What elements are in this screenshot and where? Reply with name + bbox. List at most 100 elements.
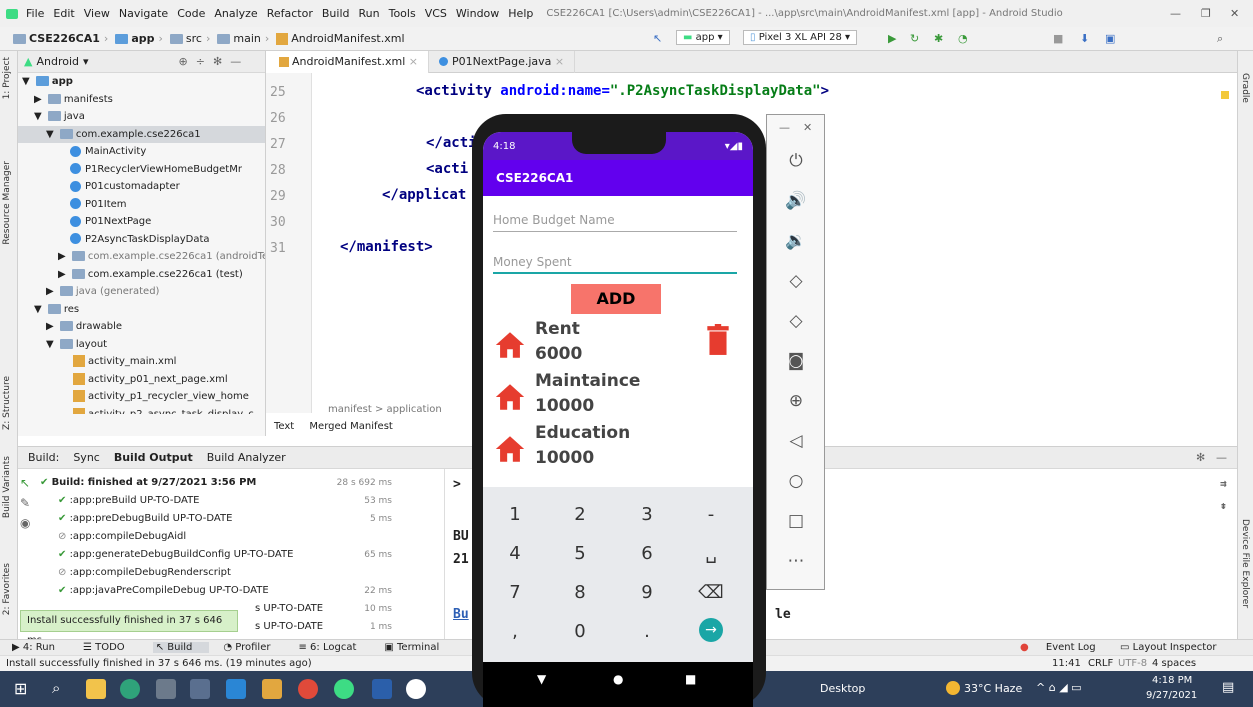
list-item[interactable]: Rent 6000 <box>493 318 733 368</box>
editor-breadcrumb[interactable]: manifest > application <box>328 404 442 415</box>
key-4[interactable]: 4 <box>495 543 535 564</box>
close-icon[interactable]: ✕ <box>1230 7 1239 20</box>
key-minus[interactable]: - <box>691 504 731 525</box>
search-icon[interactable]: ⌕ <box>1217 32 1223 46</box>
tree-item[interactable]: activity_p1_recycler_view_home <box>18 388 265 406</box>
build-line[interactable]: ✔ :app:preBuild UP-TO-DATE 53 ms <box>40 492 400 510</box>
tree-item[interactable]: MainActivity <box>18 143 265 161</box>
rotate-left-icon[interactable]: ◇ <box>781 271 811 297</box>
tab-resource-manager[interactable]: Resource Manager <box>2 161 12 245</box>
breadcrumb-src[interactable]: src <box>186 32 202 45</box>
chrome-icon[interactable] <box>298 679 318 699</box>
rotate-right-icon[interactable]: ◇ <box>781 311 811 337</box>
tab-todo[interactable]: ☰ TODO <box>83 642 139 653</box>
menu-view[interactable]: View <box>84 7 110 20</box>
windows-start-icon[interactable]: ⊞ <box>14 679 34 699</box>
menu-file[interactable]: File <box>26 7 44 20</box>
key-3[interactable]: 3 <box>627 504 667 525</box>
tab-favorites[interactable]: 2: Favorites <box>2 563 12 615</box>
search-icon[interactable]: ⌕ <box>52 679 72 699</box>
hide-icon[interactable]: — <box>230 55 241 68</box>
power-icon[interactable]: ⏻ <box>781 151 811 177</box>
volume-down-icon[interactable]: 🔉 <box>781 231 811 257</box>
key-backspace[interactable]: ⌫ <box>691 582 731 603</box>
app-icon[interactable] <box>262 679 282 699</box>
tree-item[interactable]: ▶ manifests <box>18 91 265 109</box>
breadcrumb-file[interactable]: AndroidManifest.xml <box>291 32 404 45</box>
word-icon[interactable] <box>372 679 392 699</box>
profile-icon[interactable]: ◔ <box>958 32 968 45</box>
key-8[interactable]: 8 <box>560 582 600 603</box>
tree-item[interactable]: activity_p01_next_page.xml <box>18 371 265 389</box>
zoom-icon[interactable]: ⊕ <box>781 391 811 417</box>
menu-run[interactable]: Run <box>359 7 380 20</box>
tab-layout-inspector[interactable]: ▭ Layout Inspector <box>1120 642 1230 653</box>
collapse-icon[interactable]: ÷ <box>196 55 205 68</box>
tab-structure[interactable]: Z: Structure <box>2 376 12 430</box>
tree-item[interactable]: ▼ res <box>18 301 265 319</box>
home-circle-icon[interactable]: ○ <box>781 471 811 497</box>
menu-help[interactable]: Help <box>508 7 533 20</box>
key-2[interactable]: 2 <box>560 504 600 525</box>
screenshot-icon[interactable]: ◙ <box>781 351 811 377</box>
tab-logcat[interactable]: ≡ 6: Logcat <box>298 642 370 653</box>
tree-item[interactable]: ▶ com.example.cse226ca1 (test) <box>18 266 265 284</box>
tray-icons[interactable]: ^ ⌂ ◢ ▭ <box>1036 681 1082 694</box>
key-enter[interactable]: → <box>699 618 723 642</box>
key-period[interactable]: . <box>627 621 667 642</box>
tab-terminal[interactable]: ▣ Terminal <box>384 642 453 653</box>
tree-item[interactable]: ▼ layout <box>18 336 265 354</box>
stop-icon[interactable]: ■ <box>1053 32 1063 45</box>
menu-vcs[interactable]: VCS <box>425 7 447 20</box>
build-line[interactable]: ⊘ :app:compileDebugRenderscript <box>40 564 400 582</box>
debug-icon[interactable]: ✱ <box>934 32 943 45</box>
sdk-manager-icon[interactable]: ⬇ <box>1080 32 1089 45</box>
sync-icon[interactable]: ⊕ <box>179 55 188 68</box>
scroll-end-icon[interactable]: ⇟ <box>1220 499 1227 512</box>
tab-device-file-explorer[interactable]: Device File Explorer <box>1240 519 1250 608</box>
tree-item[interactable]: P2AsyncTaskDisplayData <box>18 231 265 249</box>
tree-item[interactable]: activity_main.xml <box>18 353 265 371</box>
tree-item[interactable]: ▼ java <box>18 108 265 126</box>
tree-item[interactable]: ▼ app <box>18 73 265 91</box>
tab-text[interactable]: Text <box>274 421 294 432</box>
minimize-icon[interactable]: — <box>1170 7 1181 20</box>
build-hide-icon[interactable]: — <box>1216 451 1227 464</box>
build-line[interactable]: ✔ Build: finished at 9/27/2021 3:56 PM 28… <box>40 474 400 492</box>
device-select[interactable]: ▯ Pixel 3 XL API 28 ▾ <box>743 30 858 45</box>
build-settings-icon[interactable]: ✻ <box>1196 451 1205 464</box>
budget-name-input[interactable]: Home Budget Name <box>493 208 737 232</box>
nav-back-icon[interactable]: ▼ <box>537 672 546 686</box>
tab-p01nextpage[interactable]: P01NextPage.java × <box>429 50 576 73</box>
install-toast[interactable]: Install successfully finished in 37 s 64… <box>20 610 238 646</box>
code-line-31[interactable]: </manifest> <box>340 239 433 255</box>
build-line[interactable]: ✔ :app:preDebugBuild UP-TO-DATE 5 ms <box>40 510 400 528</box>
rerun-icon[interactable]: ↖ <box>20 473 36 493</box>
filter-icon[interactable]: ◉ <box>20 513 36 533</box>
run-icon[interactable]: ▶ <box>888 32 896 45</box>
hammer-icon[interactable]: ↖ <box>653 32 662 45</box>
breadcrumb-project[interactable]: CSE226CA1 <box>29 32 100 45</box>
build-line[interactable]: ✔ :app:generateDebugBuildConfig UP-TO-DA… <box>40 546 400 564</box>
key-9[interactable]: 9 <box>627 582 667 603</box>
tree-item[interactable]: P1RecyclerViewHomeBudgetMr <box>18 161 265 179</box>
menu-edit[interactable]: Edit <box>53 7 74 20</box>
cursor-position[interactable]: 11:41 <box>1052 656 1081 672</box>
code-line-27[interactable]: </acti <box>426 135 477 151</box>
apply-changes-icon[interactable]: ↻ <box>910 32 919 45</box>
line-separator[interactable]: CRLF <box>1088 656 1113 672</box>
list-item[interactable]: Maintaince 10000 <box>493 370 733 420</box>
file-encoding[interactable]: UTF-8 <box>1118 656 1147 672</box>
weather-label[interactable]: 33°C Haze <box>964 682 1022 695</box>
android-studio-icon[interactable] <box>334 679 354 699</box>
tab-merged-manifest[interactable]: Merged Manifest <box>309 421 392 432</box>
more-icon[interactable]: ⋯ <box>781 551 811 577</box>
clock-time[interactable]: 4:18 PM <box>1152 675 1192 686</box>
tab-build[interactable]: ↖ Build <box>152 642 210 653</box>
edge-icon[interactable] <box>120 679 140 699</box>
menu-navigate[interactable]: Navigate <box>119 7 168 20</box>
tab-android-manifest[interactable]: AndroidManifest.xml × <box>266 50 429 73</box>
tab-profiler[interactable]: ◔ Profiler <box>223 642 284 653</box>
tree-item[interactable]: P01Item <box>18 196 265 214</box>
tab-run[interactable]: ▶ 4: Run <box>12 642 69 653</box>
